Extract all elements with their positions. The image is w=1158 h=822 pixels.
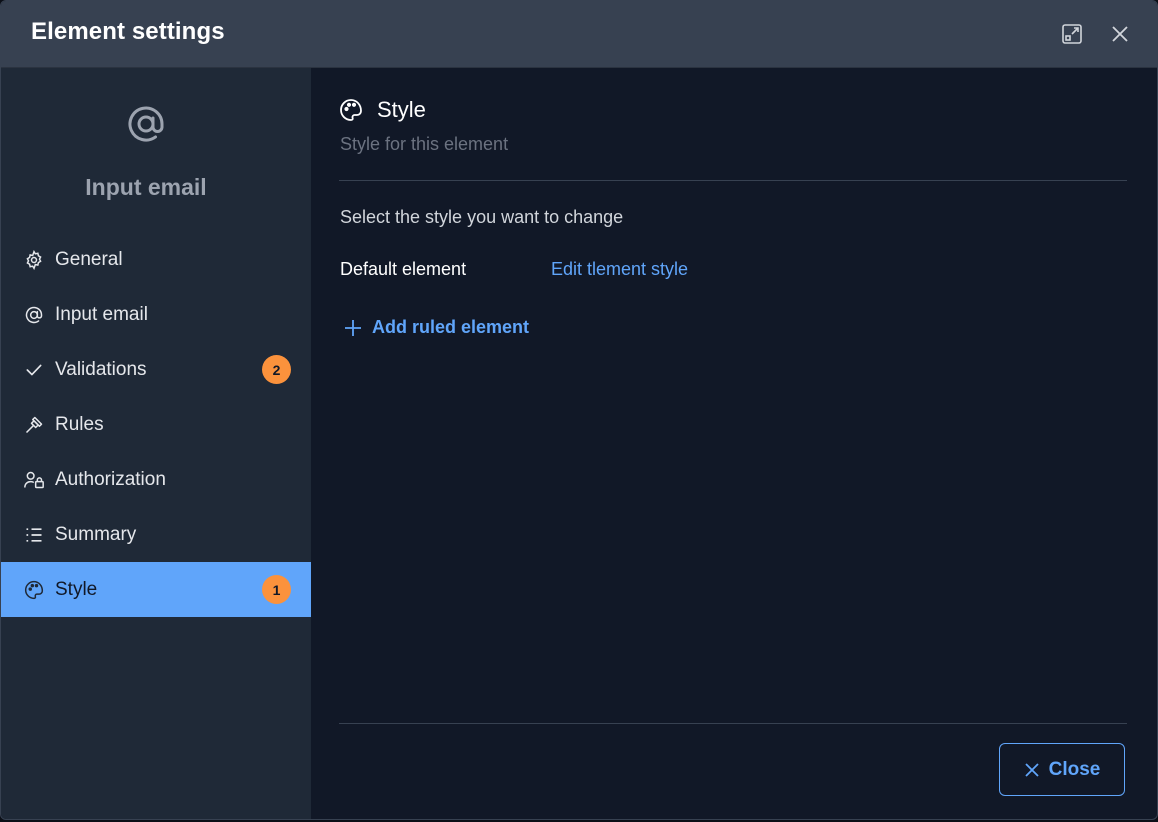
sidebar-item-label: General [55, 248, 123, 270]
divider [339, 180, 1127, 181]
check-icon [23, 359, 45, 381]
add-ruled-element-button[interactable]: Add ruled element [344, 317, 529, 338]
sidebar-item-label: Summary [55, 523, 137, 545]
dialog-header: Element settings [1, 1, 1157, 68]
sidebar-item-label: Input email [55, 303, 148, 325]
at-sign-icon [23, 304, 45, 326]
section-title: Style [377, 97, 426, 122]
expand-icon[interactable] [1060, 22, 1084, 46]
style-prompt: Select the style you want to change [340, 207, 624, 227]
element-settings-dialog: Element settings Input email General Inp… [0, 0, 1158, 820]
sidebar-item-label: Validations [55, 358, 147, 380]
palette-icon [23, 579, 45, 601]
sidebar-item-authorization[interactable]: Authorization [1, 452, 311, 507]
add-ruled-element-label: Add ruled element [372, 317, 530, 337]
sidebar-item-input-email[interactable]: Input email [1, 287, 311, 342]
gavel-icon [23, 414, 45, 436]
sidebar-item-general[interactable]: General [1, 232, 311, 287]
sidebar-item-rules[interactable]: Rules [1, 397, 311, 452]
sidebar-nav: General Input email Validations 2 Rules … [1, 232, 311, 617]
close-button[interactable]: Close [999, 743, 1125, 796]
plus-icon [344, 319, 362, 337]
list-icon [23, 524, 45, 546]
section-subtitle: Style for this element [340, 134, 509, 154]
sidebar-item-summary[interactable]: Summary [1, 507, 311, 562]
main-content: Style Style for this element Select the … [311, 68, 1157, 819]
sidebar: Input email General Input email Validati… [1, 68, 311, 819]
sidebar-item-label: Style [55, 578, 98, 600]
validations-badge: 2 [262, 355, 291, 384]
close-button-label: Close [1048, 758, 1101, 780]
close-icon[interactable] [1108, 22, 1132, 46]
element-title: Input email [85, 174, 207, 200]
default-element-label: Default element [340, 259, 467, 279]
user-lock-icon [23, 469, 45, 491]
sidebar-item-style[interactable]: Style 1 [1, 562, 311, 617]
style-badge: 1 [262, 575, 291, 604]
sidebar-item-label: Authorization [55, 468, 166, 490]
dialog-title: Element settings [31, 18, 225, 45]
sidebar-item-validations[interactable]: Validations 2 [1, 342, 311, 397]
edit-element-style-link[interactable]: Edit tlement style [551, 259, 688, 280]
close-icon [1024, 762, 1040, 778]
sidebar-item-label: Rules [55, 413, 104, 435]
palette-icon [339, 98, 363, 122]
footer-divider [339, 723, 1127, 724]
at-sign-icon [124, 102, 168, 146]
gear-icon [23, 249, 45, 271]
